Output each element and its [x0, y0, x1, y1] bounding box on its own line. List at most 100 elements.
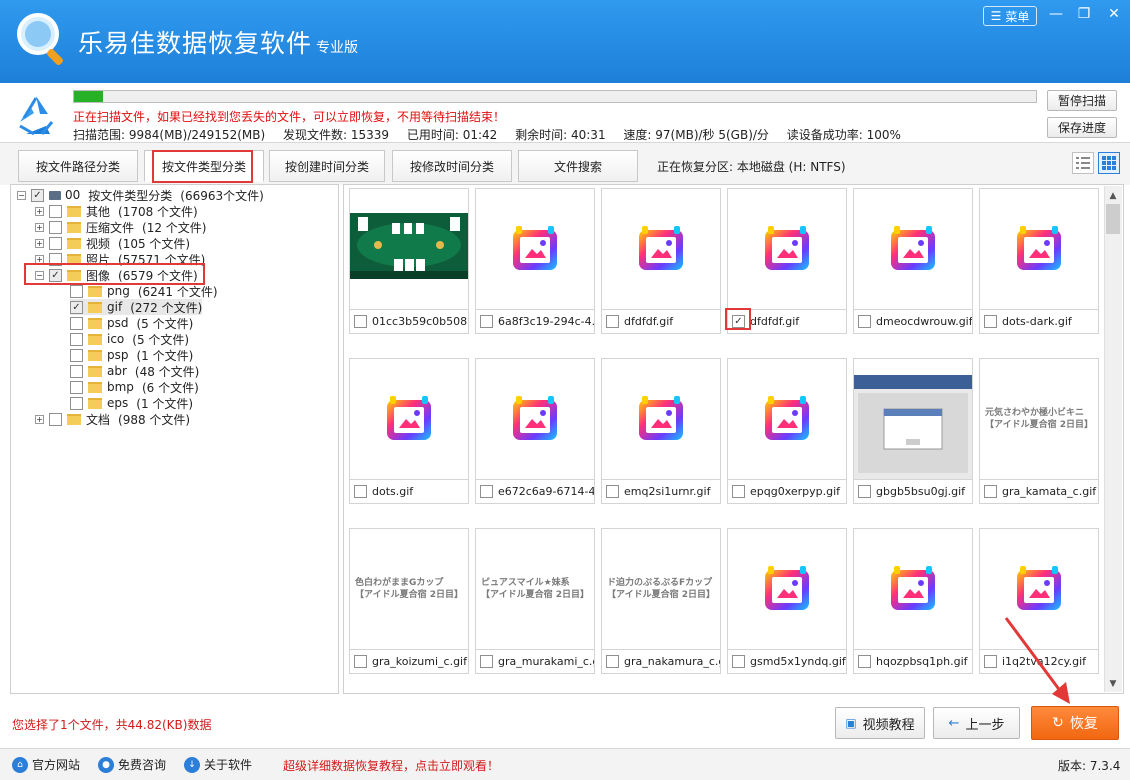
tree-item-video[interactable]: + 视频 (105 个文件)	[35, 235, 190, 251]
file-preview-image[interactable]	[349, 358, 469, 480]
file-preview-image[interactable]	[475, 358, 595, 480]
file-caption[interactable]: gra_murakami_c.gif	[475, 650, 595, 674]
file-preview-image[interactable]	[853, 358, 973, 480]
file-preview-image[interactable]	[727, 188, 847, 310]
file-thumbnail-cell[interactable]: ✓ dfdfdf.gif	[725, 188, 847, 334]
tree-subitem-png[interactable]: png (6241 个文件)	[70, 283, 218, 299]
file-thumbnail-cell[interactable]: 6a8f3c19-294c-4...	[475, 188, 595, 334]
tab-by-modified[interactable]: 按修改时间分类	[392, 150, 512, 182]
file-thumbnail-cell[interactable]: dmeocdwrouw.gif	[853, 188, 973, 334]
file-checkbox[interactable]	[984, 655, 997, 668]
file-checkbox[interactable]	[732, 485, 745, 498]
tree-root[interactable]: − ✓ 00 按文件类型分类 (66963个文件)	[17, 187, 264, 203]
file-preview-image[interactable]	[727, 528, 847, 650]
menu-button[interactable]: ☰ 菜单	[983, 6, 1037, 26]
file-thumbnail-cell[interactable]: 元気さわやか極小ビキニ 【アイドル夏合宿 2日目】 gra_kamata_c.gif	[979, 358, 1099, 504]
file-caption[interactable]: gra_koizumi_c.gif	[349, 650, 469, 674]
file-preview-image[interactable]	[727, 358, 847, 480]
file-checkbox[interactable]	[858, 655, 871, 668]
expand-icon[interactable]: +	[35, 414, 44, 424]
file-caption[interactable]: emq2si1urnr.gif	[601, 480, 721, 504]
file-checkbox[interactable]	[732, 655, 745, 668]
expand-icon[interactable]: +	[35, 206, 44, 216]
file-preview-image[interactable]	[853, 188, 973, 310]
file-preview-image[interactable]: 色白わがままGカップ 【アイドル夏合宿 2日目】	[349, 528, 469, 650]
tutorial-promo-link[interactable]: 超级详细数据恢复教程，点击立即观看！	[283, 757, 499, 774]
file-preview-image[interactable]	[601, 358, 721, 480]
tree-root-checkbox[interactable]: ✓	[31, 188, 44, 202]
file-thumbnail-cell[interactable]: hqozpbsq1ph.gif	[853, 528, 973, 674]
scroll-down-icon[interactable]: ▼	[1104, 676, 1122, 692]
pause-scan-button[interactable]: 暂停扫描	[1047, 90, 1117, 111]
tree-subitem-psd[interactable]: psd (5 个文件)	[70, 315, 193, 331]
file-thumbnail-cell[interactable]: dfdfdf.gif	[601, 188, 721, 334]
file-caption[interactable]: dots.gif	[349, 480, 469, 504]
file-preview-image[interactable]	[475, 188, 595, 310]
tree-item-archive[interactable]: + 压缩文件 (12 个文件)	[35, 219, 206, 235]
file-thumbnail-cell[interactable]: dots-dark.gif	[979, 188, 1099, 334]
close-icon[interactable]: ✕	[1104, 6, 1124, 22]
grid-scrollbar[interactable]	[1104, 186, 1122, 692]
recover-button[interactable]: ↻ 恢复	[1031, 706, 1119, 740]
tree-item-document[interactable]: + 文档 (988 个文件)	[35, 411, 190, 427]
file-caption[interactable]: gbgb5bsu0gj.gif	[853, 480, 973, 504]
file-caption[interactable]: hqozpbsq1ph.gif	[853, 650, 973, 674]
tree-item-checkbox[interactable]	[70, 380, 83, 394]
tree-item-checkbox[interactable]: ✓	[70, 300, 83, 314]
tree-subitem-abr[interactable]: abr (48 个文件)	[70, 363, 199, 379]
file-thumbnail-cell[interactable]: epqg0xerpyp.gif	[727, 358, 847, 504]
file-caption[interactable]: gra_nakamura_c.gif	[601, 650, 721, 674]
file-caption[interactable]: 6a8f3c19-294c-4...	[475, 310, 595, 334]
file-thumbnail-cell[interactable]: e672c6a9-6714-4...	[475, 358, 595, 504]
about-link[interactable]: ↓ 关于软件	[184, 756, 252, 773]
tree-item-checkbox[interactable]	[70, 316, 83, 330]
tree-item-checkbox[interactable]	[70, 364, 83, 378]
file-caption[interactable]: gra_kamata_c.gif	[979, 480, 1099, 504]
minimize-icon[interactable]: —	[1046, 6, 1066, 22]
file-preview-image[interactable]	[349, 188, 469, 310]
tree-item-other[interactable]: + 其他 (1708 个文件)	[35, 203, 198, 219]
scrollbar-thumb[interactable]	[1106, 204, 1120, 234]
file-thumbnail-cell[interactable]: ド迫力のぷるぷるFカップ 【アイドル夏合宿 2日目】 gra_nakamura_c.…	[601, 528, 721, 674]
file-thumbnail-cell[interactable]: emq2si1urnr.gif	[601, 358, 721, 504]
file-thumbnail-cell[interactable]: dots.gif	[349, 358, 469, 504]
file-caption[interactable]: 01cc3b59c0b508...	[349, 310, 469, 334]
file-thumbnail-cell[interactable]: gbgb5bsu0gj.gif	[853, 358, 973, 504]
expand-icon[interactable]: +	[35, 222, 44, 232]
file-checkbox[interactable]	[480, 655, 493, 668]
file-checkbox[interactable]	[480, 485, 493, 498]
tree-subitem-eps[interactable]: eps (1 个文件)	[70, 395, 193, 411]
tree-subitem-ico[interactable]: ico (5 个文件)	[70, 331, 189, 347]
tree-item-checkbox[interactable]	[49, 220, 62, 234]
file-checkbox[interactable]	[354, 655, 367, 668]
file-preview-image[interactable]: 元気さわやか極小ビキニ 【アイドル夏合宿 2日目】	[979, 358, 1099, 480]
file-caption[interactable]: dots-dark.gif	[979, 310, 1099, 334]
tree-subitem-gif[interactable]: ✓ gif (272 个文件)	[70, 299, 203, 315]
file-checkbox[interactable]	[606, 485, 619, 498]
file-checkbox[interactable]	[606, 655, 619, 668]
file-caption[interactable]: dfdfdf.gif	[601, 310, 721, 334]
tab-by-path[interactable]: 按文件路径分类	[18, 150, 138, 182]
file-preview-image[interactable]	[601, 188, 721, 310]
file-checkbox[interactable]	[606, 315, 619, 328]
file-preview-image[interactable]: ピュアスマイル★妹系 【アイドル夏合宿 2日目】	[475, 528, 595, 650]
tree-subitem-psp[interactable]: psp (1 个文件)	[70, 347, 193, 363]
tab-by-created[interactable]: 按创建时间分类	[269, 150, 385, 182]
file-thumbnail-cell[interactable]: 01cc3b59c0b508...	[349, 188, 469, 334]
tree-item-checkbox[interactable]	[70, 332, 83, 346]
file-caption[interactable]: dmeocdwrouw.gif	[853, 310, 973, 334]
grid-view-icon[interactable]	[1098, 152, 1120, 174]
free-consult-link[interactable]: ● 免费咨询	[98, 756, 166, 773]
tab-file-search[interactable]: 文件搜索	[518, 150, 638, 182]
file-caption[interactable]: e672c6a9-6714-4...	[475, 480, 595, 504]
tree-item-checkbox[interactable]	[70, 396, 83, 410]
file-caption[interactable]: gsmd5x1yndq.gif	[727, 650, 847, 674]
file-preview-image[interactable]: ド迫力のぷるぷるFカップ 【アイドル夏合宿 2日目】	[601, 528, 721, 650]
previous-step-button[interactable]: ← 上一步	[933, 707, 1020, 739]
restore-icon[interactable]: ❐	[1074, 6, 1094, 22]
collapse-icon[interactable]: −	[17, 190, 26, 200]
file-checkbox[interactable]	[858, 485, 871, 498]
file-checkbox[interactable]	[354, 315, 367, 328]
file-thumbnail-cell[interactable]: ピュアスマイル★妹系【アイドル夏合宿 2日目】 gra_murakami_c.gi…	[475, 528, 595, 674]
file-checkbox[interactable]	[984, 485, 997, 498]
